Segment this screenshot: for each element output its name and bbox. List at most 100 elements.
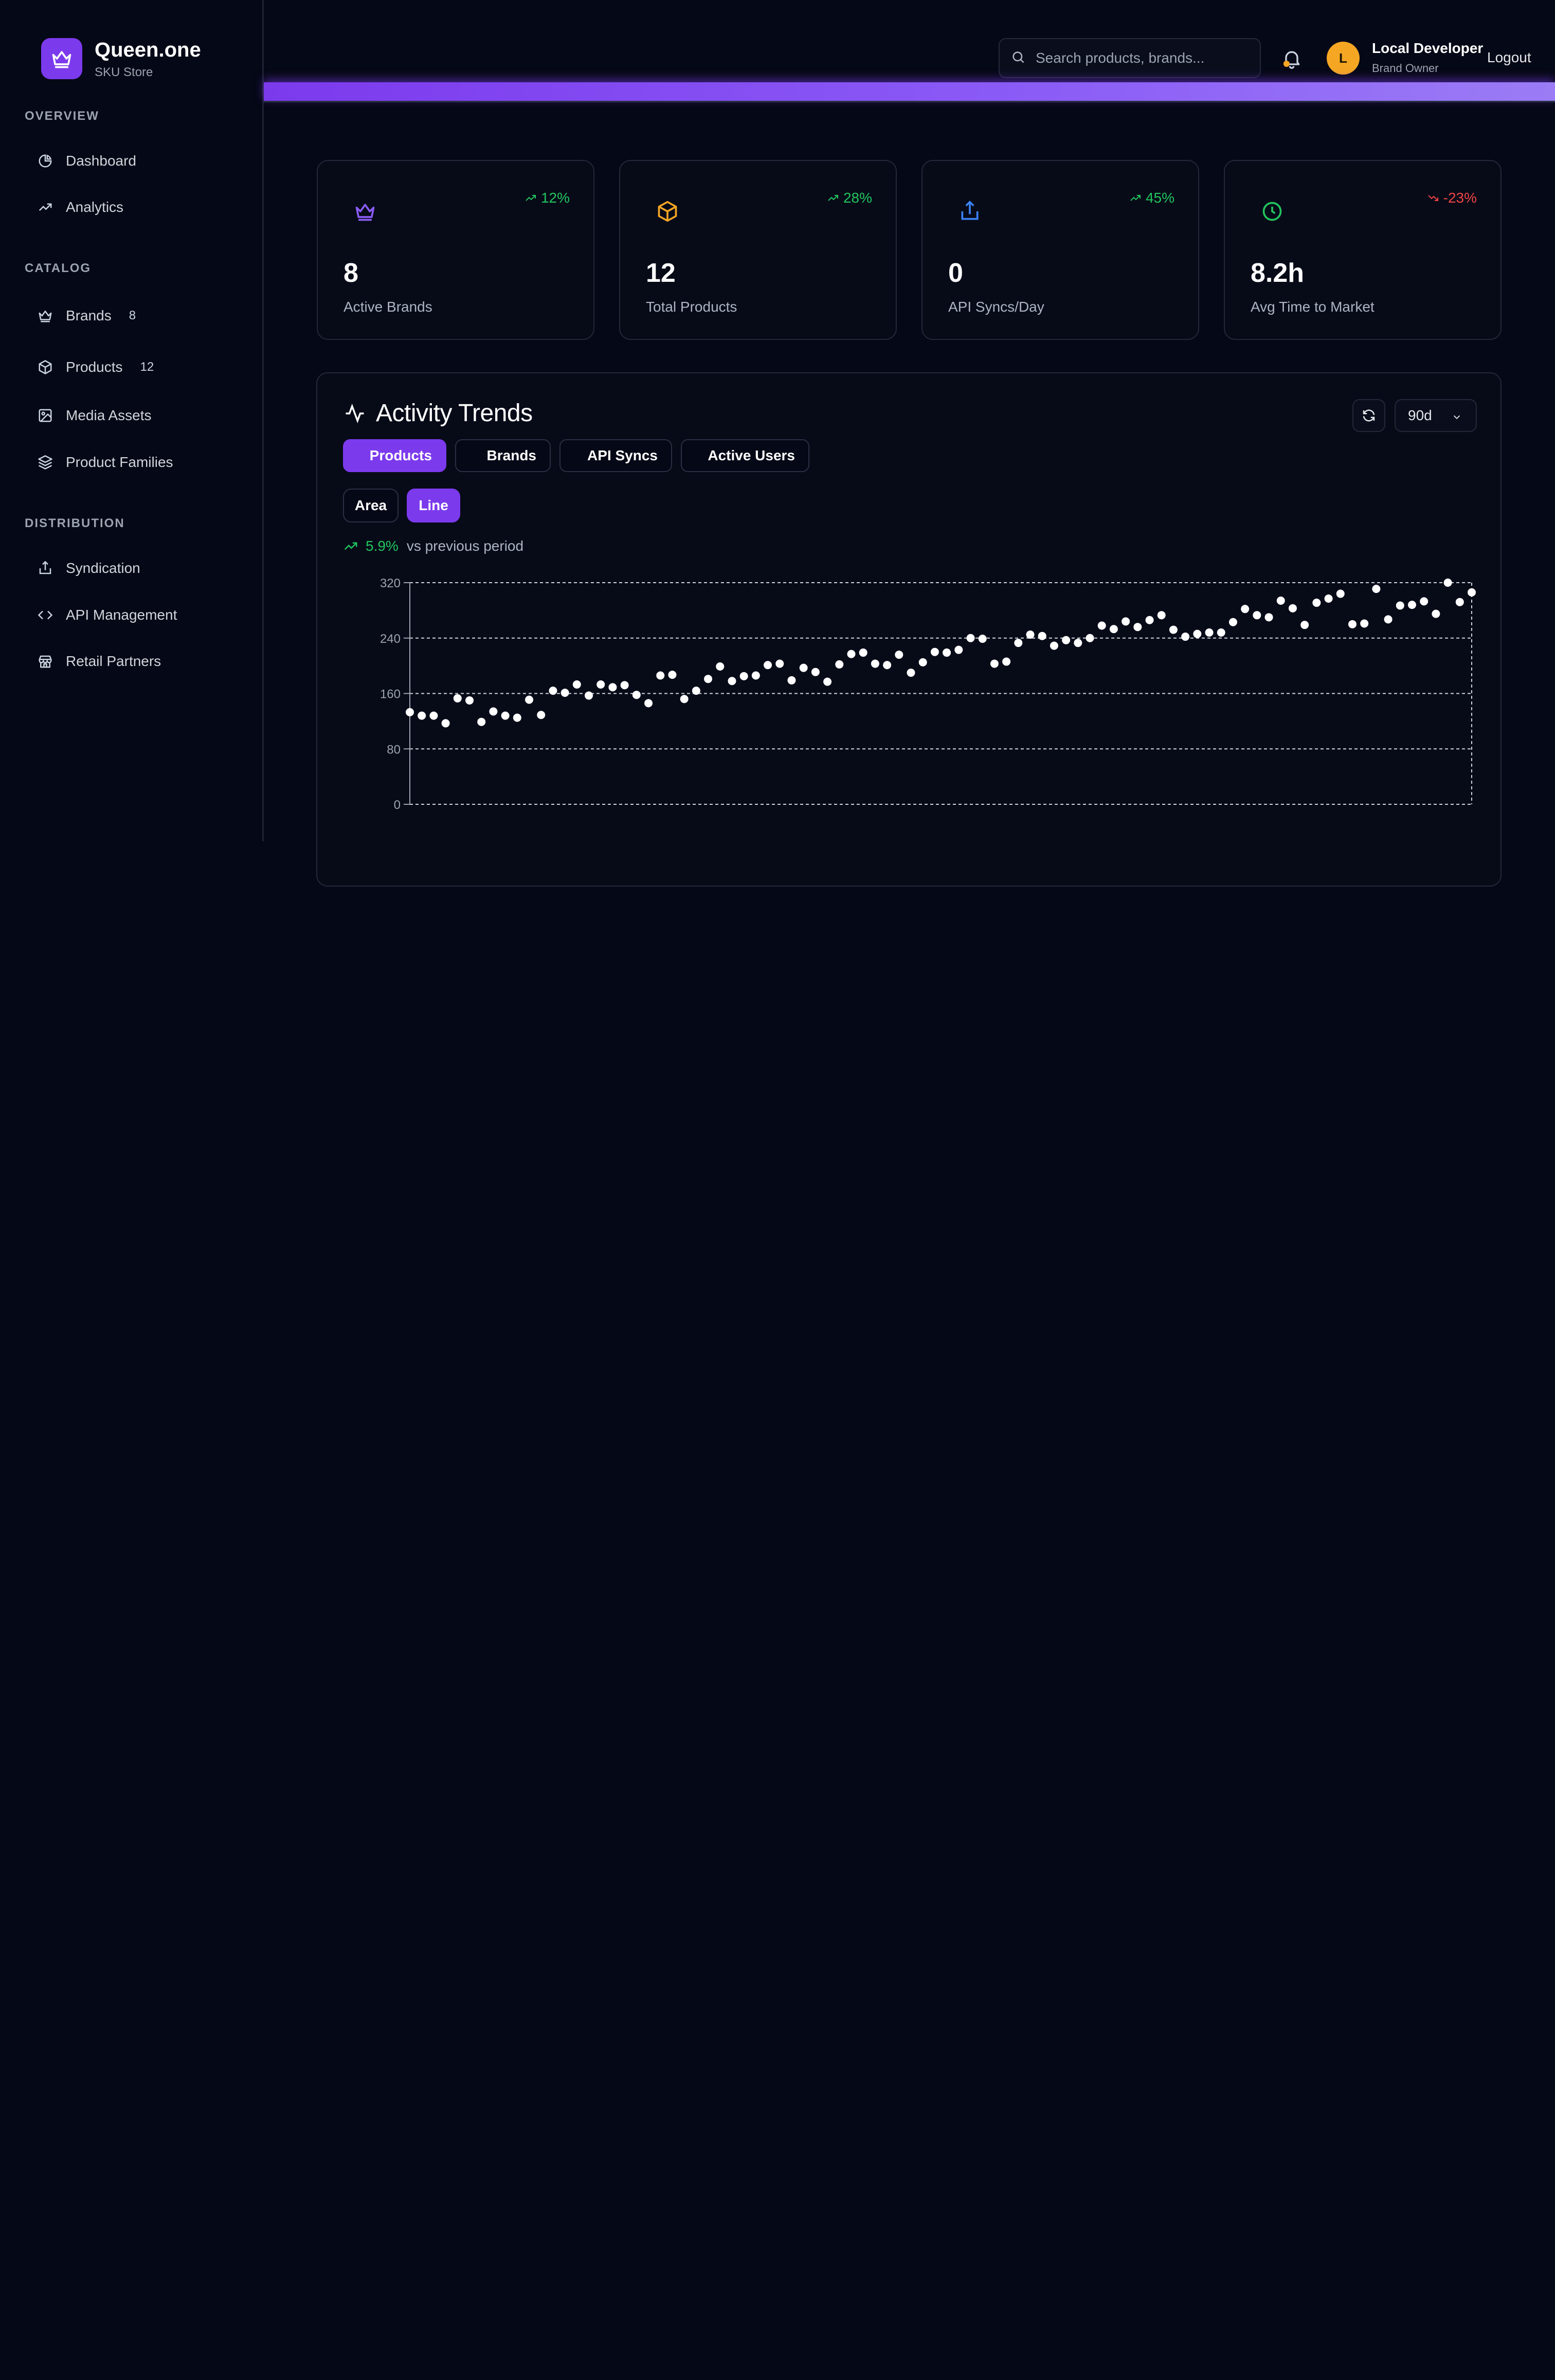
trend-value: -23% bbox=[1443, 190, 1477, 206]
activity-chart: 0 80 160 240 320 bbox=[380, 576, 1476, 812]
data-point bbox=[990, 659, 999, 668]
sidebar-item-dashboard[interactable]: Dashboard bbox=[25, 142, 251, 179]
data-point bbox=[835, 660, 844, 669]
data-point bbox=[1169, 625, 1178, 634]
code-icon bbox=[37, 607, 53, 623]
logout-button[interactable]: Logout bbox=[1487, 49, 1531, 66]
sidebar-item-api-management[interactable]: API Management bbox=[25, 597, 251, 634]
data-point bbox=[477, 717, 486, 726]
sidebar-item-products[interactable]: Products 12 bbox=[25, 349, 251, 386]
data-point bbox=[1157, 611, 1166, 620]
data-point bbox=[585, 691, 593, 700]
data-point bbox=[668, 671, 677, 679]
brands-count-badge: 8 bbox=[129, 309, 136, 322]
sidebar-item-analytics[interactable]: Analytics bbox=[25, 189, 251, 226]
data-point bbox=[1133, 623, 1142, 632]
avatar[interactable]: L bbox=[1327, 42, 1360, 75]
data-point bbox=[1276, 597, 1285, 605]
brand[interactable]: Queen.one SKU Store bbox=[41, 38, 201, 80]
stat-value: 12 bbox=[646, 258, 676, 288]
data-point bbox=[620, 681, 629, 690]
notification-dot bbox=[1283, 61, 1290, 67]
data-point bbox=[799, 663, 808, 672]
data-point bbox=[823, 677, 832, 686]
data-point bbox=[549, 687, 557, 695]
data-point bbox=[1062, 636, 1071, 644]
stat-label: Active Brands bbox=[343, 299, 432, 315]
data-point bbox=[1193, 629, 1202, 638]
image-icon bbox=[37, 407, 53, 424]
search-input[interactable] bbox=[1036, 50, 1252, 66]
header-divider bbox=[264, 101, 1555, 102]
data-point bbox=[764, 661, 772, 670]
data-point bbox=[907, 669, 915, 677]
data-point bbox=[537, 711, 546, 719]
data-point bbox=[1264, 613, 1273, 622]
app-name: Queen.one bbox=[95, 39, 201, 61]
data-point bbox=[787, 676, 796, 684]
stat-label: Avg Time to Market bbox=[1251, 299, 1375, 315]
notifications-button[interactable] bbox=[1280, 47, 1303, 70]
stat-value: 8.2h bbox=[1251, 258, 1305, 288]
sidebar-item-label: Analytics bbox=[66, 199, 124, 215]
y-tick-label: 0 bbox=[394, 798, 401, 812]
data-point bbox=[489, 707, 498, 716]
data-point bbox=[1228, 618, 1237, 626]
data-point bbox=[418, 711, 426, 720]
stat-card-active-brands[interactable]: 12% 8 Active Brands bbox=[317, 160, 594, 340]
data-point bbox=[1468, 588, 1476, 597]
data-point bbox=[1086, 634, 1094, 642]
search-box[interactable] bbox=[999, 38, 1261, 78]
trend-value: 28% bbox=[843, 190, 872, 206]
stat-value: 0 bbox=[948, 258, 963, 288]
sidebar-item-syndication[interactable]: Syndication bbox=[25, 550, 251, 587]
trend-badge: -23% bbox=[1427, 190, 1477, 206]
data-point bbox=[406, 708, 414, 716]
data-point bbox=[1360, 619, 1369, 628]
data-point bbox=[716, 662, 725, 671]
data-point bbox=[1253, 611, 1261, 620]
data-point bbox=[453, 694, 462, 702]
section-label-catalog: CATALOG bbox=[25, 261, 92, 275]
data-point bbox=[680, 695, 689, 704]
crown-icon bbox=[37, 308, 53, 324]
data-point bbox=[978, 635, 987, 643]
stat-card-time-to-market[interactable]: -23% 8.2h Avg Time to Market bbox=[1224, 160, 1502, 340]
store-icon bbox=[37, 653, 53, 670]
trend-badge: 28% bbox=[827, 190, 872, 206]
data-point bbox=[1372, 585, 1381, 593]
sidebar-item-media-assets[interactable]: Media Assets bbox=[25, 397, 251, 434]
data-point bbox=[1396, 601, 1404, 610]
y-tick-label: 160 bbox=[380, 688, 401, 701]
data-point bbox=[1312, 599, 1321, 607]
stat-card-api-syncs[interactable]: 45% 0 API Syncs/Day bbox=[921, 160, 1199, 340]
data-point bbox=[954, 645, 963, 654]
data-point bbox=[943, 648, 951, 657]
sidebar-item-brands[interactable]: Brands 8 bbox=[25, 297, 251, 334]
data-point bbox=[1205, 628, 1214, 637]
trend-badge: 12% bbox=[525, 190, 570, 206]
crown-icon bbox=[354, 200, 376, 223]
data-point bbox=[1122, 617, 1130, 626]
data-point bbox=[751, 671, 760, 680]
sidebar-item-product-families[interactable]: Product Families bbox=[25, 444, 251, 481]
data-point bbox=[1181, 633, 1190, 641]
app-subtitle: SKU Store bbox=[95, 65, 153, 79]
trending-up-icon bbox=[1130, 195, 1141, 201]
section-label-overview: OVERVIEW bbox=[25, 109, 99, 123]
stat-label: Total Products bbox=[646, 299, 737, 315]
stat-card-total-products[interactable]: 28% 12 Total Products bbox=[619, 160, 897, 340]
trend-value: 12% bbox=[540, 190, 570, 206]
sidebar-item-retail-partners[interactable]: Retail Partners bbox=[25, 643, 251, 680]
pie-chart-icon bbox=[37, 153, 53, 169]
data-point bbox=[1300, 621, 1309, 629]
data-point bbox=[1384, 615, 1393, 624]
data-point bbox=[1455, 598, 1464, 606]
data-point bbox=[930, 647, 939, 656]
data-point bbox=[895, 651, 903, 659]
data-point bbox=[739, 672, 748, 680]
data-point bbox=[859, 648, 867, 657]
data-point bbox=[1420, 597, 1429, 606]
data-point bbox=[966, 634, 975, 642]
stat-value: 8 bbox=[343, 258, 358, 288]
